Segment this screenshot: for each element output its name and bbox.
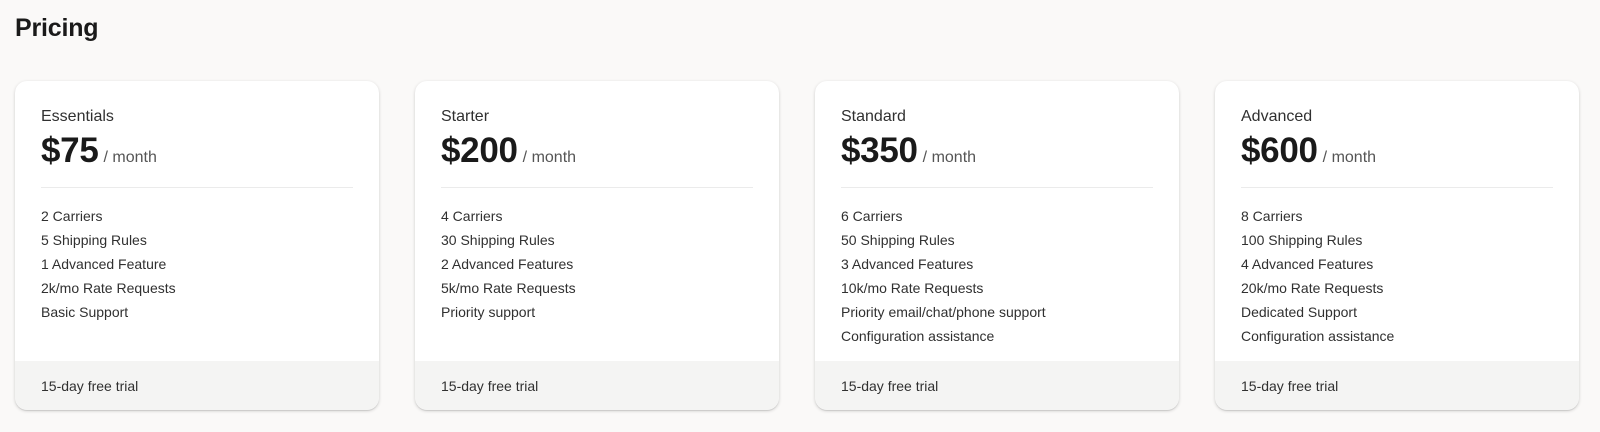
price-row: $600 / month	[1241, 131, 1553, 171]
feature-item: 5k/mo Rate Requests	[441, 280, 576, 296]
plan-name: Advanced	[1241, 108, 1313, 125]
divider	[441, 187, 753, 188]
free-trial-label: 15-day free trial	[841, 377, 939, 394]
feature-item: Priority support	[441, 304, 536, 320]
feature-item: 50 Shipping Rules	[841, 232, 955, 248]
feature-item: 20k/mo Rate Requests	[1241, 280, 1384, 296]
divider	[1241, 187, 1553, 188]
plan-price: $600	[1241, 131, 1318, 170]
free-trial-label: 15-day free trial	[441, 377, 539, 394]
feature-item: 100 Shipping Rules	[1241, 232, 1363, 248]
feature-item: 2k/mo Rate Requests	[41, 280, 176, 296]
plan-price: $200	[441, 131, 518, 170]
plan-card-essentials[interactable]: Essentials $75 / month 2 Carriers 5 Ship…	[15, 81, 379, 410]
plan-period: / month	[1322, 149, 1377, 166]
feature-item: 2 Advanced Features	[441, 256, 574, 272]
plan-card-footer: 15-day free trial	[1215, 361, 1579, 410]
feature-item: 10k/mo Rate Requests	[841, 280, 984, 296]
plan-price: $350	[841, 131, 918, 170]
feature-item: 3 Advanced Features	[841, 256, 974, 272]
feature-item: 30 Shipping Rules	[441, 232, 555, 248]
free-trial-label: 15-day free trial	[1241, 377, 1339, 394]
plan-card-advanced[interactable]: Advanced $600 / month 8 Carriers 100 Shi…	[1215, 81, 1579, 410]
feature-list: 6 Carriers 50 Shipping Rules 3 Advanced …	[841, 206, 1153, 350]
feature-list: 2 Carriers 5 Shipping Rules 1 Advanced F…	[41, 206, 353, 326]
feature-item: 2 Carriers	[41, 208, 103, 224]
feature-item: 4 Advanced Features	[1241, 256, 1374, 272]
plan-name: Starter	[441, 108, 490, 125]
plan-price: $75	[41, 131, 99, 170]
price-row: $75 / month	[41, 131, 353, 171]
feature-item: 6 Carriers	[841, 208, 903, 224]
pricing-cards: Essentials $75 / month 2 Carriers 5 Ship…	[15, 81, 1579, 410]
feature-item: Configuration assistance	[1241, 328, 1395, 344]
feature-item: Priority email/chat/phone support	[841, 304, 1046, 320]
divider	[41, 187, 353, 188]
pricing-page: Pricing Essentials $75 / month 2 Carrier…	[0, 0, 1600, 432]
price-row: $200 / month	[441, 131, 753, 171]
feature-list: 8 Carriers 100 Shipping Rules 4 Advanced…	[1241, 206, 1553, 350]
plan-name: Essentials	[41, 108, 114, 125]
page-title: Pricing	[15, 14, 99, 42]
plan-card-footer: 15-day free trial	[415, 361, 779, 410]
plan-period: / month	[522, 149, 577, 166]
divider	[841, 187, 1153, 188]
plan-card-starter[interactable]: Starter $200 / month 4 Carriers 30 Shipp…	[415, 81, 779, 410]
plan-card-footer: 15-day free trial	[15, 361, 379, 410]
feature-item: 5 Shipping Rules	[41, 232, 147, 248]
feature-item: Configuration assistance	[841, 328, 995, 344]
feature-item: Basic Support	[41, 304, 129, 320]
plan-name: Standard	[841, 108, 906, 125]
feature-item: Dedicated Support	[1241, 304, 1357, 320]
price-row: $350 / month	[841, 131, 1153, 171]
plan-card-footer: 15-day free trial	[815, 361, 1179, 410]
feature-list: 4 Carriers 30 Shipping Rules 2 Advanced …	[441, 206, 753, 326]
plan-card-standard[interactable]: Standard $350 / month 6 Carriers 50 Ship…	[815, 81, 1179, 410]
free-trial-label: 15-day free trial	[41, 377, 139, 394]
feature-item: 1 Advanced Feature	[41, 256, 167, 272]
feature-item: 4 Carriers	[441, 208, 503, 224]
feature-item: 8 Carriers	[1241, 208, 1303, 224]
plan-period: / month	[103, 149, 157, 166]
plan-period: / month	[922, 149, 977, 166]
